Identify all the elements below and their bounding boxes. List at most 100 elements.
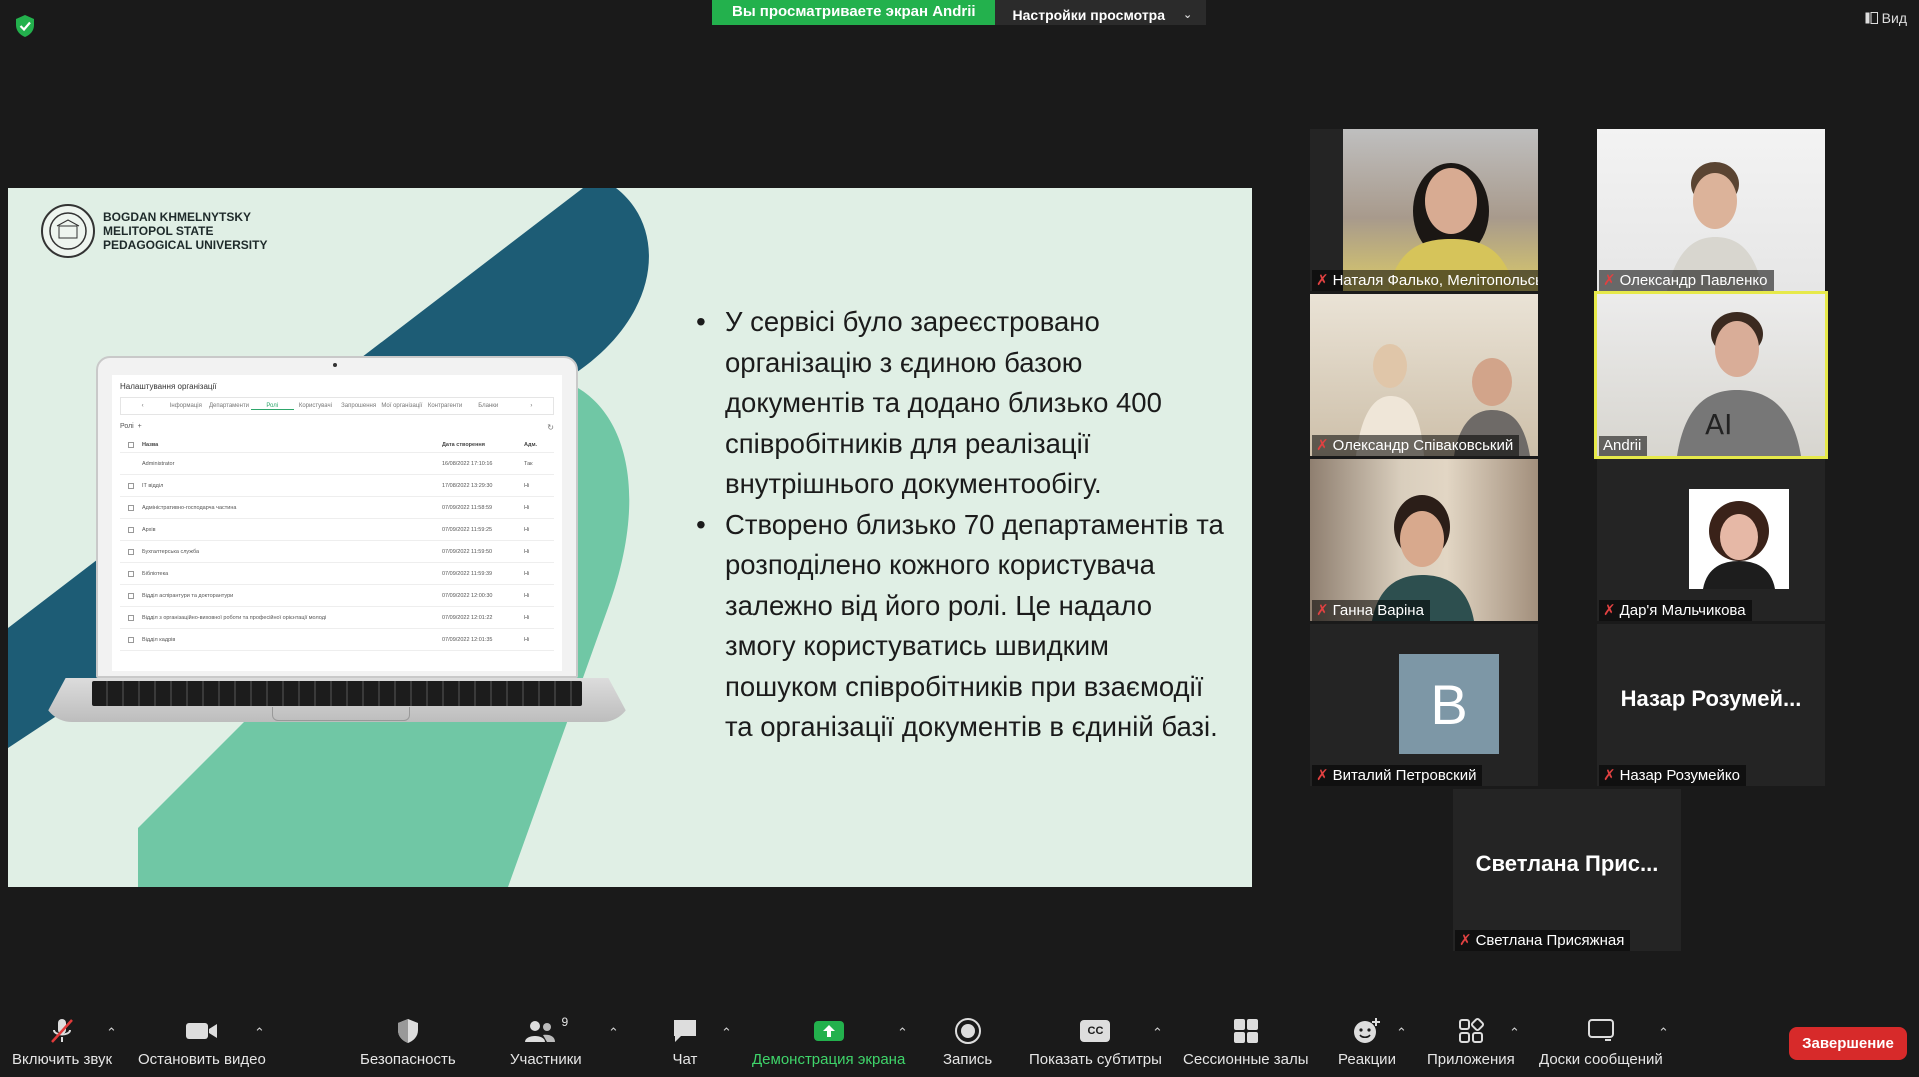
view-label: Вид [1881,10,1907,26]
participant-tile[interactable]: Светлана Прис... ✗ Светлана Присяжная [1453,789,1681,951]
chat-button[interactable]: Чат [671,1015,699,1068]
stop-video-button[interactable]: Остановить видео [138,1015,266,1068]
participant-avatar: B [1399,654,1499,754]
participants-button[interactable]: 9 Участники [510,1015,582,1068]
smiley-plus-icon [1352,1015,1382,1047]
slide-bullet: У сервісі було зареєстровано організацію… [688,302,1228,505]
tab-invites: Запрошення [341,403,377,409]
video-options-caret-icon[interactable]: ⌃ [254,1025,265,1041]
participant-label: ✗ Олександр Павленко [1599,270,1774,291]
tab-my-orgs: Мої організації [381,403,423,409]
participant-tile[interactable]: ✗ Олександр Павленко [1597,129,1825,291]
screen-share-banner: Вы просматриваете экран Andrii Настройки… [712,0,1207,25]
record-button[interactable]: Запись [943,1015,992,1068]
muted-mic-icon: ✗ [1603,767,1616,784]
tab-info: Інформація [169,403,202,409]
people-icon: 9 [523,1015,568,1047]
captions-options-caret-icon[interactable]: ⌃ [1152,1025,1163,1041]
participant-label: ✗ Дар'я Мальчикова [1599,600,1752,621]
tab-roles: Ролі [250,403,294,410]
participant-avatar [1689,489,1789,589]
grid-view-icon [1865,12,1878,24]
participant-label: ✗ Назар Розумейко [1599,765,1746,786]
meeting-toolbar: Включить звук ⌃ Остановить видео ⌃ Безоп… [0,997,1919,1077]
table-row: Відділ кадрів 07/09/2022 12:01:35 Ні [120,629,554,651]
participant-label: ✗ Виталий Петровский [1312,765,1483,786]
tab-users: Користувачі [298,403,332,409]
breakout-rooms-icon [1232,1015,1260,1047]
participant-tile[interactable]: ✗Наталя Фалько, Мелітопольський... [1310,129,1538,291]
laptop-base [42,678,632,722]
security-button[interactable]: Безопасность [360,1015,456,1068]
apps-button[interactable]: Приложения [1427,1015,1515,1068]
university-logo: BOGDAN KHMELNYTSKY MELITOPOL STATE PEDAG… [41,204,267,258]
participant-video [1310,459,1538,621]
participant-label: ✗ Ганна Варіна [1312,600,1430,621]
participant-display-name: Назар Розумей... [1620,686,1802,711]
muted-mic-icon: ✗ [1316,437,1329,454]
table-row: Administrator 16/08/2022 17:10:16 Так [120,453,554,475]
chevron-down-icon: ⌄ [1183,9,1193,21]
laptop-keyboard [92,681,582,706]
chat-bubble-icon [671,1015,699,1047]
breakout-rooms-button[interactable]: Сессионные залы [1183,1015,1309,1068]
view-options-label: Настройки просмотра [1012,6,1166,23]
table-row: Архів 07/09/2022 11:59:25 Ні [120,519,554,541]
participant-tile-active-speaker[interactable]: AI Andrii [1594,291,1828,459]
participant-display-name: Светлана Прис... [1475,851,1659,876]
participant-tile[interactable]: Назар Розумей... ✗ Назар Розумейко [1597,624,1825,786]
video-camera-icon [185,1015,219,1047]
audio-options-caret-icon[interactable]: ⌃ [106,1025,117,1041]
participant-tile[interactable]: ✗ Олександр Співаковський [1310,294,1538,456]
shield-check-icon[interactable] [14,14,36,38]
university-seal-icon [41,204,95,258]
muted-mic-icon [47,1015,77,1047]
participants-options-caret-icon[interactable]: ⌃ [608,1025,619,1041]
participants-count: 9 [561,1015,569,1029]
shield-icon [395,1015,421,1047]
participant-tile[interactable]: ✗ Дар'я Мальчикова [1597,459,1825,621]
share-screen-icon [813,1015,845,1047]
participant-video [1597,129,1825,291]
org-settings-tabs: ‹ Інформація Департаменти Ролі Користува… [120,397,554,415]
org-settings-title: Налаштування організації [120,382,217,391]
laptop-screen: Налаштування організації ‹ Інформація Де… [112,375,562,671]
table-row: Бухгалтерська служба 07/09/2022 11:59:50 Н… [120,541,554,563]
slide-bullet: Створено близько 70 департаментів та роз… [688,505,1228,748]
muted-mic-icon: ✗ [1316,602,1329,619]
whiteboards-options-caret-icon[interactable]: ⌃ [1658,1025,1669,1041]
reactions-button[interactable]: Реакции [1338,1015,1396,1068]
show-captions-button[interactable]: CC Показать субтитры [1029,1015,1162,1068]
svg-text:AI: AI [1705,408,1732,441]
closed-captions-icon: CC [1080,1015,1111,1047]
participant-label: ✗Наталя Фалько, Мелітопольський... [1312,270,1538,291]
reactions-options-caret-icon[interactable]: ⌃ [1396,1025,1407,1041]
muted-mic-icon: ✗ [1316,272,1329,289]
slide-bullets: У сервісі було зареєстровано організацію… [688,302,1228,748]
whiteboard-icon [1587,1015,1615,1047]
participant-video: AI [1597,294,1825,456]
participant-video [1343,129,1538,291]
participant-video [1310,294,1538,456]
apps-options-caret-icon[interactable]: ⌃ [1509,1025,1520,1041]
sharing-status-label: Вы просматриваете экран Andrii [712,0,995,25]
end-meeting-button[interactable]: Завершение [1789,1027,1907,1060]
participant-label: ✗ Светлана Присяжная [1455,930,1631,951]
view-options-button[interactable]: Настройки просмотра ⌄ [994,0,1207,25]
share-options-caret-icon[interactable]: ⌃ [897,1025,908,1041]
tab-counterparties: Контрагенти [427,403,463,409]
tab-forms: Бланки [478,403,499,409]
tab-departments: Департаменти [208,403,250,409]
view-button[interactable]: Вид [1865,10,1907,26]
muted-mic-icon: ✗ [1459,932,1472,949]
laptop-trackpad [272,707,410,721]
unmute-button[interactable]: Включить звук [12,1015,112,1068]
refresh-icon: ↻ [547,423,554,432]
share-screen-button[interactable]: Демонстрация экрана [752,1015,905,1068]
record-icon [954,1015,982,1047]
whiteboards-button[interactable]: Доски сообщений [1539,1015,1663,1068]
chat-options-caret-icon[interactable]: ⌃ [721,1025,732,1041]
participant-tile[interactable]: ✗ Ганна Варіна [1310,459,1538,621]
participant-tile[interactable]: B ✗ Виталий Петровский [1310,624,1538,786]
roles-heading: Ролі + [120,423,142,430]
